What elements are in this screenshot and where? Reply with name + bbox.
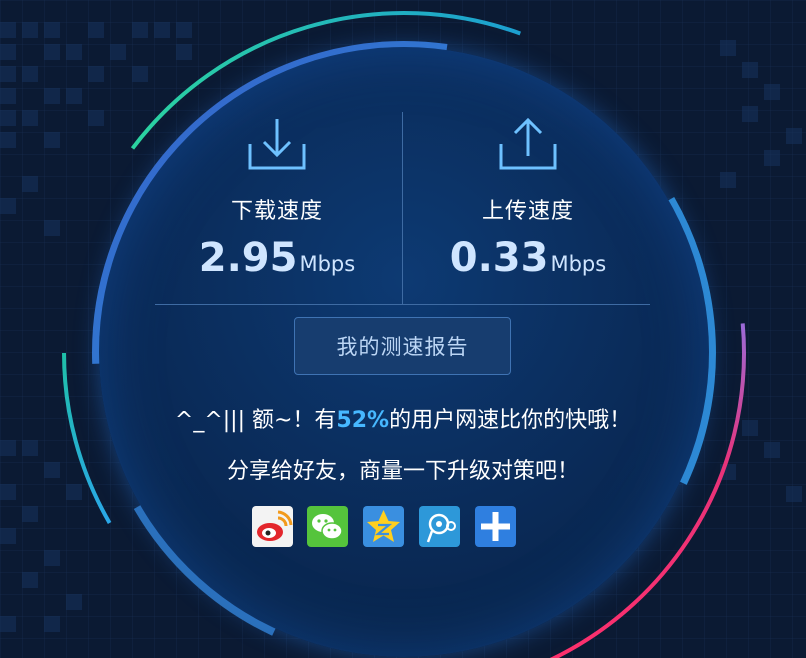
download-label: 下载速度 (230, 199, 323, 224)
download-speed-unit: Mbps (299, 252, 356, 276)
wechat-icon[interactable] (307, 506, 348, 547)
upload-speed: 0.33Mbps (408, 235, 648, 281)
upload-speed-unit: Mbps (550, 252, 607, 276)
upload-icon (497, 116, 559, 172)
share-prompt: 分享给好友，商量一下升级对策吧！ (226, 459, 579, 484)
download-speed: 2.95Mbps (157, 235, 397, 281)
my-speed-report-button[interactable]: 我的测速报告 (294, 317, 511, 375)
horizontal-divider (155, 304, 650, 305)
download-icon (246, 116, 308, 172)
download-speed-value: 2.95 (198, 235, 298, 281)
comparison-message: ^_^||| 额~！有52%的用户网速比你的快哦！ (120, 402, 686, 434)
upload-speed-value: 0.33 (449, 235, 549, 281)
tencent-weibo-icon[interactable] (419, 506, 460, 547)
more-share-icon[interactable] (475, 506, 516, 547)
faster-users-percent: 52% (336, 408, 390, 433)
vertical-divider (402, 112, 403, 304)
message-suffix: 的用户网速比你的快哦！ (389, 408, 632, 433)
weibo-icon[interactable] (252, 506, 293, 547)
qzone-icon[interactable] (363, 506, 404, 547)
message-prefix: ^_^||| 额~！有 (174, 408, 337, 433)
upload-label: 上传速度 (481, 199, 574, 224)
